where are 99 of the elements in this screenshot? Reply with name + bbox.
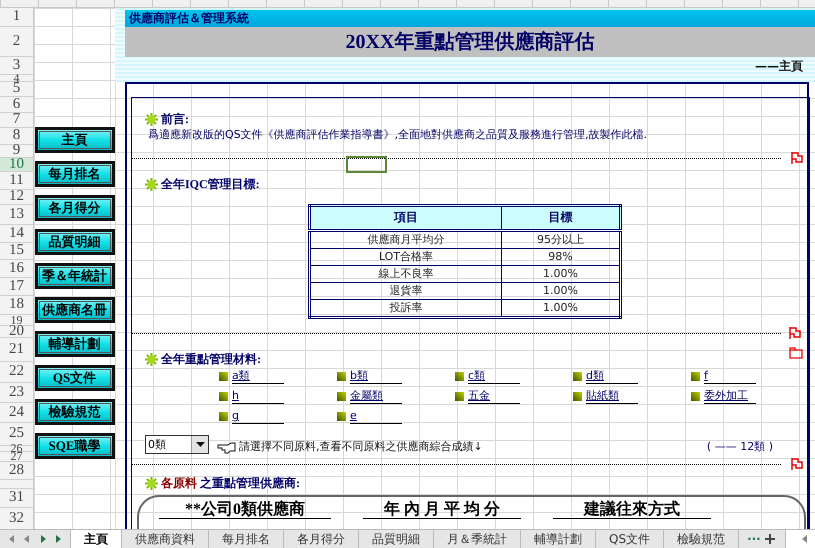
folder-icon [789, 346, 803, 359]
caret-icon [196, 442, 204, 447]
hint-text: 請選擇不同原料,查看不同原料之供應商綜合成績↓ [239, 438, 483, 454]
pointing-hand-icon [217, 442, 237, 454]
material-link[interactable]: f [704, 369, 756, 384]
material-link[interactable]: 金屬類 [350, 389, 402, 404]
panel-column-header: 年 內 月 平 均 分 [363, 498, 521, 519]
row-number[interactable]: 31 [0, 488, 33, 508]
nav-button[interactable]: 主頁 [34, 126, 114, 153]
section-heading: 全年重點管理材料: [161, 350, 261, 368]
nav-button[interactable]: 檢驗規范 [34, 398, 114, 425]
bullet-icon [573, 392, 582, 402]
row-number[interactable]: 22 [0, 362, 33, 383]
flag-icon [791, 456, 803, 471]
material-link[interactable]: g [232, 409, 284, 424]
bullet-icon [145, 476, 158, 490]
nav-button[interactable]: 品質明細 [34, 228, 114, 255]
material-link[interactable]: 五金 [468, 389, 520, 404]
row-number[interactable]: 5 [0, 82, 33, 97]
row-number[interactable]: 14 [0, 224, 33, 243]
material-link[interactable]: a類 [232, 369, 284, 384]
table-cell: 供應商月平均分 [310, 230, 502, 248]
column-header: 項目 [310, 205, 502, 230]
row-number[interactable]: 20 [0, 326, 33, 338]
banner-title: 20XX年重點管理供應商評估 [125, 26, 815, 57]
row-number[interactable]: 21 [0, 338, 33, 362]
row-number[interactable]: 16 [0, 260, 33, 278]
first-sheet-icon[interactable] [6, 534, 17, 544]
bullet-icon [219, 412, 228, 422]
bullet-icon [145, 352, 158, 366]
row-number[interactable]: 26 [0, 446, 33, 452]
nav-button[interactable]: SQE職學 [34, 432, 114, 459]
bullet-icon [219, 392, 228, 402]
nav-button[interactable]: 輔導計劃 [34, 330, 114, 357]
row-number[interactable]: 23 [0, 382, 33, 403]
row-number[interactable]: 19 [0, 314, 33, 326]
selected-cell [346, 156, 387, 173]
row-number[interactable]: 28 [0, 462, 33, 480]
bullet-icon [691, 392, 700, 402]
nav-button[interactable]: 供應商名冊 [34, 296, 114, 323]
row-number[interactable]: 12 [0, 190, 33, 205]
add-sheet-icon[interactable] [764, 534, 775, 544]
bullet-icon [145, 112, 158, 126]
panel-column-header: 建議往來方式 [553, 498, 711, 519]
bullet-icon [219, 372, 228, 382]
material-link[interactable]: c類 [468, 369, 520, 384]
category-count: ( —— 12類 ) [706, 438, 773, 454]
row-number[interactable]: 17 [0, 278, 33, 296]
material-link[interactable]: b類 [350, 369, 402, 384]
material-link[interactable]: d類 [586, 369, 638, 384]
material-dropdown[interactable]: 0類 [145, 434, 209, 454]
app-title: 供應商評估＆管理系統 [125, 10, 815, 27]
material-link[interactable]: 委外加工 [704, 389, 756, 404]
scroll-left-icon[interactable] [800, 534, 810, 544]
row-number[interactable]: 4 [0, 74, 33, 82]
nav-button[interactable]: 各月得分 [34, 194, 114, 221]
section-heading: 全年IQC管理目標: [161, 176, 260, 193]
row-number[interactable]: 7 [0, 112, 33, 128]
material-link[interactable]: h [232, 389, 284, 404]
row-number[interactable]: 6 [0, 96, 33, 113]
bullet-icon [455, 372, 464, 382]
more-tabs[interactable]: ··· [739, 530, 765, 548]
row-number[interactable]: 27 [0, 452, 33, 462]
last-sheet-icon[interactable] [53, 534, 64, 544]
nav-button[interactable]: QS文件 [34, 364, 114, 391]
page-label: ——主頁 [754, 58, 804, 75]
panel-column-header: **公司0類供應商 [159, 498, 331, 519]
row-number[interactable]: 3 [0, 56, 33, 75]
row-number[interactable]: 15 [0, 242, 33, 260]
bullet-icon [337, 372, 346, 382]
bullet-icon [145, 178, 158, 191]
section-heading: 之重點管理供應商: [200, 474, 300, 492]
material-link[interactable]: e [350, 409, 402, 424]
bullet-icon [455, 392, 464, 402]
nav-button[interactable]: 每月排名 [34, 160, 114, 187]
table-cell: 退貨率 [310, 282, 502, 300]
bullet-icon [337, 412, 346, 422]
table-cell: LOT合格率 [310, 248, 502, 266]
bullet-icon [573, 372, 582, 382]
nav-button[interactable]: 季＆年統計 [34, 262, 114, 289]
sheet-tab[interactable]: 主頁 [71, 530, 122, 548]
material-link[interactable]: 貼紙類 [586, 389, 638, 404]
row-number[interactable]: 24 [0, 402, 33, 423]
row-number[interactable]: 11 [0, 172, 33, 190]
flag-icon [789, 326, 801, 340]
row-number[interactable]: 18 [0, 296, 33, 315]
bullet-icon [691, 372, 700, 382]
table-cell: 線上不良率 [310, 265, 502, 282]
row-number[interactable]: 1 [0, 8, 33, 27]
row-number[interactable]: 2 [0, 26, 33, 57]
row-number[interactable]: 8 [0, 128, 33, 145]
section-heading-highlight: 各原料 [161, 474, 197, 492]
intro-text: 爲適應新改版的QS文件《供應商評估作業指導書》,全面地對供應商之品質及服務進行管理,故製作此檔. [148, 126, 648, 142]
flag-icon [791, 150, 803, 165]
column-header: 目標 [501, 205, 620, 230]
row-number[interactable]: 10 [0, 158, 33, 172]
bullet-icon [337, 392, 346, 402]
section-heading: 前言: [161, 110, 189, 128]
row-number[interactable]: 13 [0, 204, 33, 225]
